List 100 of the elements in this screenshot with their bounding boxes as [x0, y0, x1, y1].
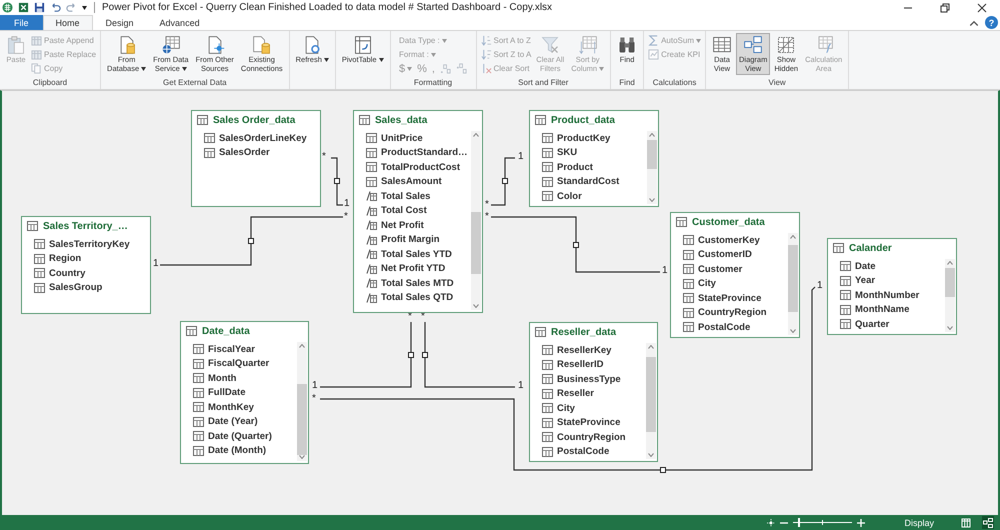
table-card[interactable]: Sales Order_data SalesOrderLineKey SalesOrder: [191, 110, 321, 207]
table-title: Customer_data: [692, 216, 765, 228]
scrollbar[interactable]: [646, 343, 656, 459]
ribbon-tab[interactable]: Design: [92, 15, 147, 30]
table-card[interactable]: Sales_data UnitPrice ProductStandard… TotalProductCost SalesAmount Total Sales Total Cost Net Profit Profit Margin Total Sales YTD Net Profit YTD Total Sales MTD Total Sales QTD: [353, 110, 483, 313]
scrollbar[interactable]: [647, 131, 657, 204]
table-card[interactable]: Sales Territory_… SalesTerritoryKey Region Country SalesGroup: [21, 216, 151, 314]
field-item[interactable]: FiscalYear: [193, 342, 256, 356]
caret-icon: [82, 6, 87, 10]
field-item[interactable]: ProductKey: [542, 131, 610, 146]
column-icon: [683, 322, 694, 332]
grid-view-button[interactable]: [960, 516, 972, 529]
field-item[interactable]: BusinessType: [542, 372, 621, 386]
field-item[interactable]: MonthName: [840, 302, 910, 317]
table-card[interactable]: Customer_data CustomerKey CustomerID Customer City StateProvince CountryRegion PostalCode: [670, 212, 800, 338]
field-item[interactable]: SalesAmount: [366, 174, 442, 189]
field-item[interactable]: City: [542, 401, 575, 416]
field-item[interactable]: Net Profit: [366, 218, 424, 232]
save-icon: [34, 2, 45, 13]
field-item[interactable]: TotalProductCost: [366, 160, 460, 174]
relationship-line[interactable]: [422, 322, 515, 388]
field-item[interactable]: Profit Margin: [366, 232, 440, 247]
field-item[interactable]: Product: [542, 160, 593, 174]
field-item[interactable]: PostalCode: [683, 320, 750, 334]
ribbon-tab[interactable]: Home: [42, 15, 93, 30]
field-item[interactable]: SalesOrderLineKey: [204, 131, 307, 146]
field-item[interactable]: StandardCost: [542, 174, 620, 189]
field-item[interactable]: Total Sales MTD: [366, 276, 454, 290]
help-button[interactable]: ?: [985, 16, 998, 29]
scrollbar[interactable]: [297, 342, 307, 461]
field-item[interactable]: PostalCode: [542, 444, 610, 459]
field-item[interactable]: StateProvince: [542, 416, 620, 430]
field-item[interactable]: SKU: [542, 146, 578, 160]
cardinality-label: *: [485, 212, 489, 222]
ribbon-tab[interactable]: Advanced: [146, 15, 213, 30]
field-item[interactable]: Reseller: [542, 386, 594, 401]
measure-icon: [366, 234, 377, 245]
field-item[interactable]: StateProvince: [683, 291, 762, 306]
field-item[interactable]: Total Sales QTD: [366, 290, 454, 305]
column-icon: [193, 358, 204, 369]
field-item[interactable]: Net Profit YTD: [366, 262, 446, 276]
column-icon: [542, 176, 553, 187]
diagram-view-button[interactable]: [982, 516, 994, 529]
field-item[interactable]: CountryRegion: [542, 430, 626, 444]
field-item[interactable]: Total Sales: [366, 189, 430, 204]
table-card[interactable]: Product_data ProductKey SKU Product StandardCost Color: [529, 110, 659, 207]
field-item[interactable]: Total Sales YTD: [366, 247, 452, 262]
clipboard-icon: [6, 35, 26, 55]
slider-thumb[interactable]: [798, 518, 800, 527]
field-item[interactable]: SalesOrder: [204, 146, 270, 160]
relationship-line[interactable]: [320, 286, 816, 473]
relationship-line[interactable]: [160, 216, 343, 266]
field-item[interactable]: ProductStandard…: [366, 146, 468, 160]
field-item[interactable]: ResellerKey: [542, 343, 612, 358]
chevron-down-icon: [649, 198, 655, 202]
field-item[interactable]: UnitPrice: [366, 131, 423, 146]
column-icon: [542, 432, 553, 442]
relationship-line[interactable]: [491, 216, 660, 273]
column-icon: [193, 388, 204, 398]
scrollbar[interactable]: [788, 233, 798, 335]
relationship-line[interactable]: [331, 157, 343, 206]
cardinality-label: *: [312, 394, 316, 404]
field-item[interactable]: Color: [542, 189, 582, 204]
file-tab[interactable]: File: [0, 15, 43, 30]
field-item[interactable]: Year: [840, 274, 876, 288]
table-card[interactable]: Date_data FiscalYear FiscalQuarter Month FullDate MonthKey Date (Year) Date (Quarter) Date (Month): [180, 321, 309, 464]
column-icon: [366, 162, 377, 172]
column-icon: [204, 133, 215, 144]
cardinality-label: 1: [518, 381, 524, 391]
field-item[interactable]: ResellerID: [542, 358, 604, 372]
field-item[interactable]: Customer: [683, 262, 742, 276]
field-item[interactable]: CustomerID: [683, 248, 752, 262]
table-card[interactable]: Calander Date Year MonthNumber MonthName Quarter: [827, 238, 957, 335]
chevron-down-icon: [947, 326, 953, 330]
column-icon: [683, 278, 694, 289]
field-item[interactable]: Country: [34, 266, 86, 280]
field-item[interactable]: SalesTerritoryKey: [34, 237, 130, 252]
field-item[interactable]: Date: [840, 259, 876, 274]
field-item[interactable]: Month: [193, 371, 236, 386]
relationship-line[interactable]: [491, 157, 515, 206]
column-icon: [542, 446, 553, 457]
field-item[interactable]: CustomerKey: [683, 233, 760, 248]
field-item[interactable]: CountryRegion: [683, 306, 767, 320]
relationship-line[interactable]: [320, 322, 414, 388]
table-icon: [833, 243, 844, 253]
scrollbar[interactable]: [945, 259, 955, 332]
table-card[interactable]: Reseller_data ResellerKey ResellerID BusinessType Reseller City StateProvince CountryRegion PostalCode: [529, 322, 658, 462]
field-item[interactable]: Total Cost: [366, 204, 427, 218]
field-item[interactable]: Date (Year): [193, 414, 258, 429]
field-item[interactable]: Region: [34, 252, 82, 266]
field-item[interactable]: SalesGroup: [34, 280, 102, 295]
field-item[interactable]: FiscalQuarter: [193, 356, 270, 371]
field-item[interactable]: MonthNumber: [840, 288, 920, 302]
field-item[interactable]: Date (Month): [193, 444, 266, 458]
field-item[interactable]: Date (Quarter): [193, 429, 272, 444]
scrollbar[interactable]: [471, 131, 481, 310]
field-item[interactable]: City: [683, 276, 716, 291]
field-item[interactable]: FullDate: [193, 386, 246, 400]
field-item[interactable]: MonthKey: [193, 400, 254, 414]
field-item[interactable]: Quarter: [840, 317, 890, 332]
